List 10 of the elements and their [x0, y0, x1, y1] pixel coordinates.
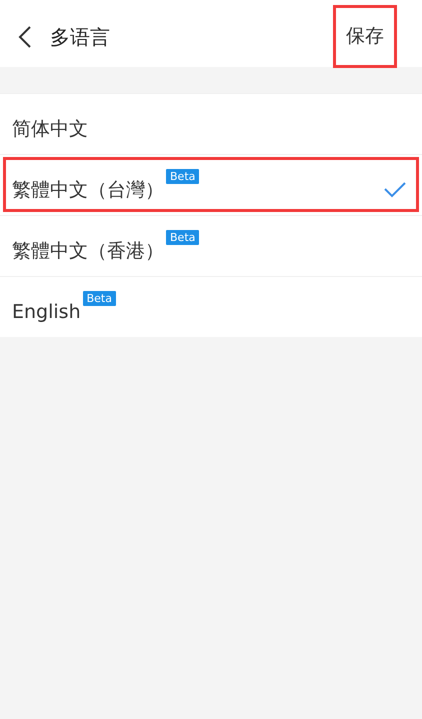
language-option[interactable]: 简体中文	[0, 93, 422, 154]
beta-badge: Beta	[166, 230, 200, 244]
language-option[interactable]: 繁體中文（香港） Beta	[0, 215, 422, 276]
beta-badge: Beta	[82, 290, 116, 306]
page-title: 多语言	[50, 24, 110, 50]
save-button[interactable]: 保存	[333, 5, 397, 68]
language-option[interactable]: English Beta	[0, 276, 422, 337]
beta-badge: Beta	[166, 168, 200, 184]
language-option[interactable]: 繁體中文（台灣） Beta	[0, 154, 422, 215]
checkmark-icon	[384, 182, 406, 198]
